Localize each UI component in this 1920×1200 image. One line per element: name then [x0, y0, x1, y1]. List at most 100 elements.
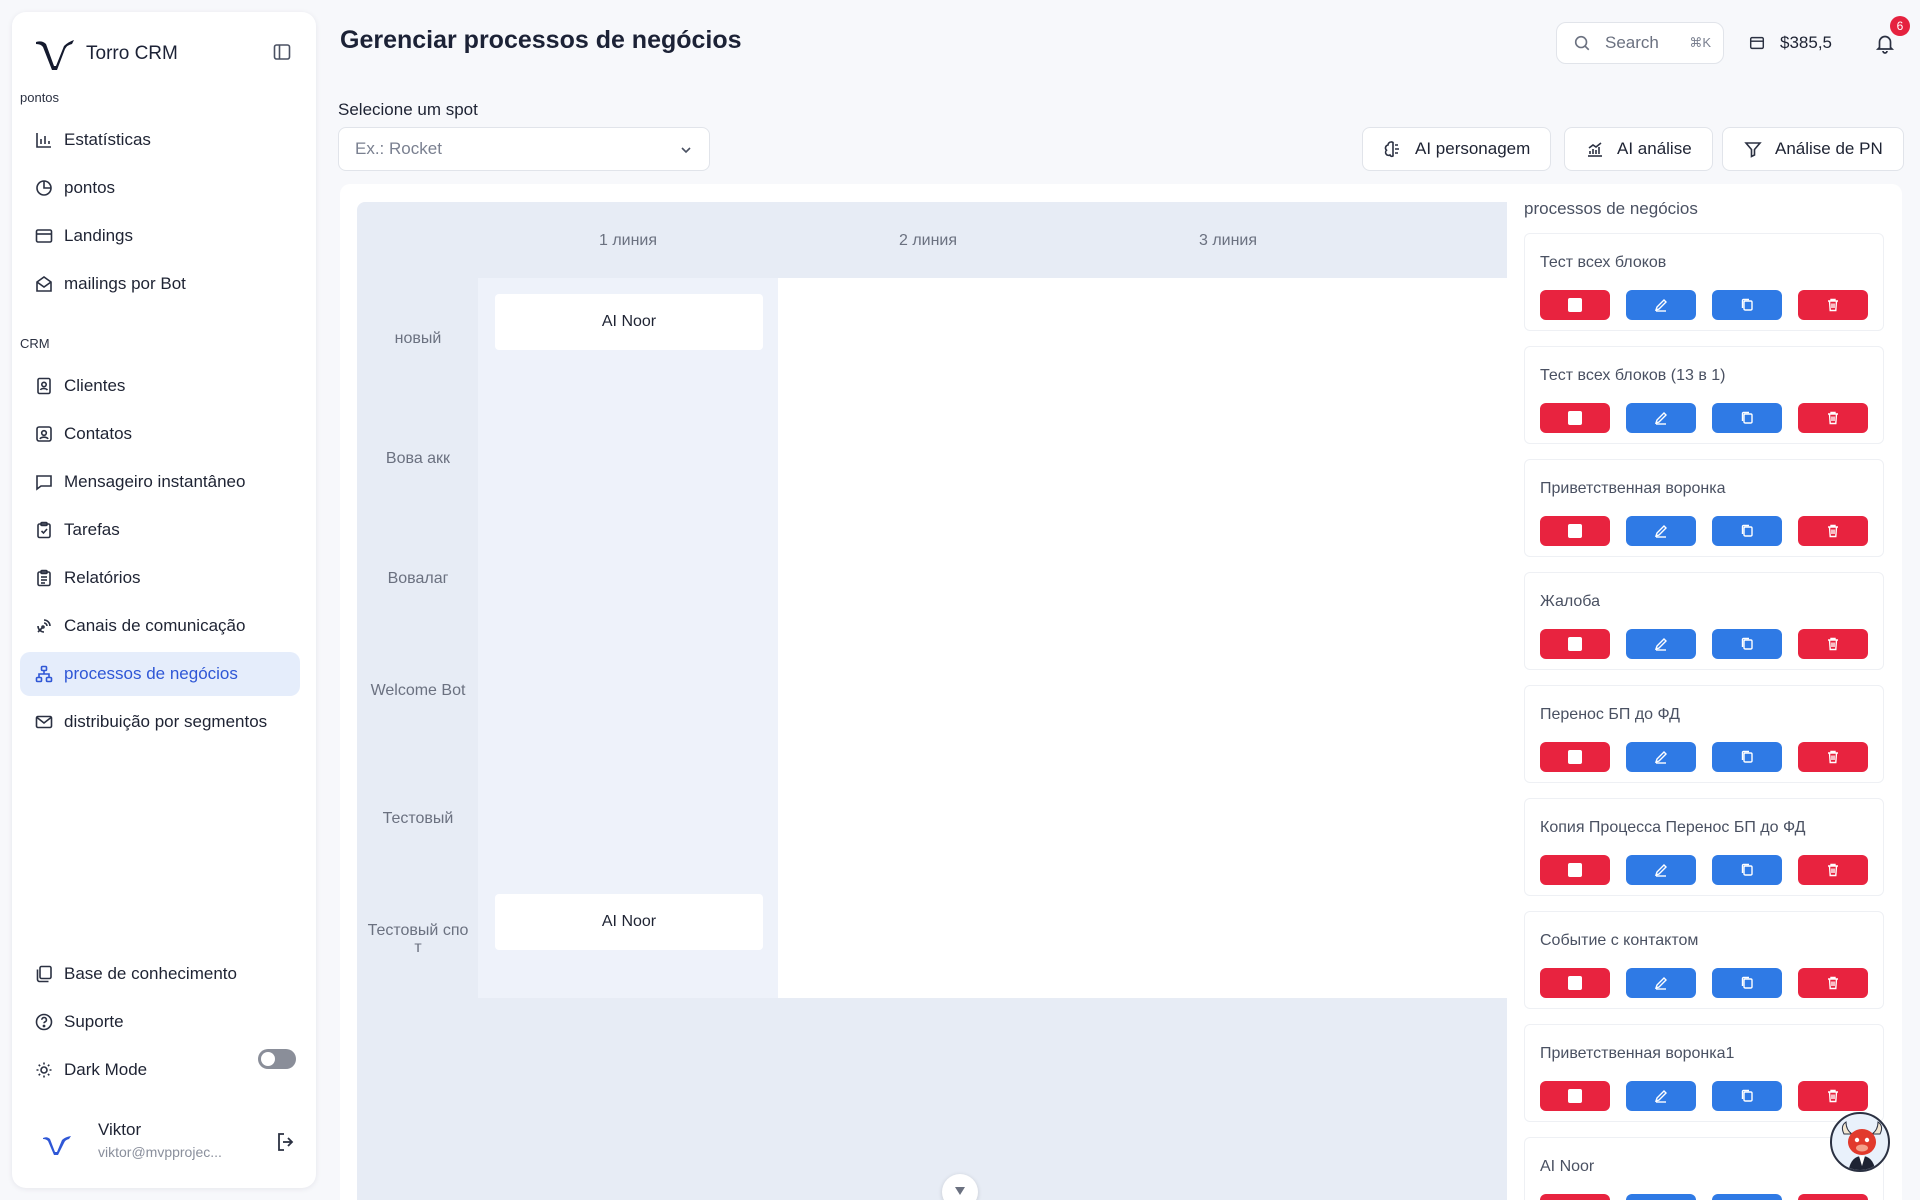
- copy-icon: [1739, 1088, 1755, 1104]
- wallet-icon: [1749, 36, 1765, 50]
- delete-process-button[interactable]: [1798, 1081, 1868, 1111]
- browser-window-icon: [35, 229, 53, 243]
- edit-process-button[interactable]: [1626, 1081, 1696, 1111]
- sidebar-item-estatisticas[interactable]: Estatísticas: [20, 118, 300, 162]
- sidebar-item-relatorios[interactable]: Relatórios: [20, 556, 300, 600]
- contact-card-icon: [36, 426, 52, 442]
- balance[interactable]: $385,5: [1748, 30, 1832, 56]
- stop-process-button[interactable]: [1540, 403, 1610, 433]
- user-email: viktor@mvpprojec...: [98, 1144, 222, 1160]
- copy-icon: [1739, 749, 1755, 765]
- spot-select[interactable]: Ex.: Rocket: [338, 127, 710, 171]
- process-card: Приветственная воронка: [1524, 459, 1884, 557]
- sidebar-item-base-conhecimento[interactable]: Base de conhecimento: [20, 952, 300, 996]
- search-label: Search: [1605, 33, 1659, 52]
- delete-process-button[interactable]: [1798, 403, 1868, 433]
- copy-process-button[interactable]: [1712, 968, 1782, 998]
- board-card[interactable]: AI Noor: [495, 894, 763, 950]
- copy-process-button[interactable]: [1712, 742, 1782, 772]
- copy-process-button[interactable]: [1712, 403, 1782, 433]
- edit-process-button[interactable]: [1626, 403, 1696, 433]
- copy-process-button[interactable]: [1712, 516, 1782, 546]
- brand[interactable]: Torro CRM: [34, 34, 178, 74]
- edit-process-button[interactable]: [1626, 742, 1696, 772]
- board-row-label: Тестовый: [382, 810, 454, 827]
- delete-process-button[interactable]: [1798, 968, 1868, 998]
- stop-icon: [1568, 411, 1582, 425]
- copy-process-button[interactable]: [1712, 290, 1782, 320]
- torro-logo-icon: [36, 40, 74, 70]
- pencil-icon: [1653, 749, 1669, 765]
- chevron-down-icon: [955, 1187, 965, 1195]
- search-shortcut: ⌘K: [1689, 35, 1711, 50]
- help-circle-icon: [35, 1013, 53, 1031]
- sidebar-item-label: mailings por Bot: [64, 274, 186, 293]
- board-row-label: новый: [394, 330, 442, 347]
- sidebar-item-canais[interactable]: Canais de comunicação: [20, 604, 300, 648]
- user-name: Viktor: [98, 1120, 142, 1139]
- edit-process-button[interactable]: [1626, 516, 1696, 546]
- process-name: Копия Процесса Перенос БП до ФД: [1540, 819, 1806, 836]
- process-name: Тест всех блоков: [1540, 254, 1667, 271]
- sidebar-item-mensageiro[interactable]: Mensageiro instantâneo: [20, 460, 300, 504]
- dark-mode-toggle[interactable]: [258, 1049, 296, 1069]
- trash-icon: [1825, 975, 1841, 991]
- process-name: Тест всех блоков (13 в 1): [1540, 367, 1726, 384]
- stop-icon: [1568, 524, 1582, 538]
- sidebar-item-label: Mensageiro instantâneo: [64, 472, 246, 491]
- stop-process-button[interactable]: [1540, 516, 1610, 546]
- board-card[interactable]: AI Noor: [495, 294, 763, 350]
- process-name: Приветственная воронка: [1540, 480, 1726, 497]
- pn-analysis-button[interactable]: Análise de PN: [1722, 127, 1904, 171]
- delete-process-button[interactable]: [1798, 1194, 1868, 1200]
- ai-analysis-button[interactable]: AI análise: [1564, 127, 1713, 171]
- assistant-avatar[interactable]: [1830, 1112, 1890, 1172]
- delete-process-button[interactable]: [1798, 855, 1868, 885]
- sidebar-item-distribuicao[interactable]: distribuição por segmentos: [20, 700, 300, 744]
- user-profile[interactable]: Viktor viktor@mvpprojec...: [32, 1118, 298, 1168]
- process-name: Жалоба: [1540, 593, 1600, 610]
- edit-process-button[interactable]: [1626, 1194, 1696, 1200]
- board-lane-4: [1378, 278, 1507, 998]
- search-button[interactable]: Search ⌘K: [1556, 22, 1724, 64]
- sidebar-item-suporte[interactable]: Suporte: [20, 1000, 300, 1044]
- stop-process-button[interactable]: [1540, 1081, 1610, 1111]
- edit-process-button[interactable]: [1626, 968, 1696, 998]
- copy-process-button[interactable]: [1712, 1081, 1782, 1111]
- sidebar-item-landings[interactable]: Landings: [20, 214, 300, 258]
- copy-process-button[interactable]: [1712, 855, 1782, 885]
- user-avatar-icon: [43, 1136, 71, 1155]
- stop-process-button[interactable]: [1540, 290, 1610, 320]
- logout-icon[interactable]: [274, 1130, 298, 1154]
- sidebar-item-label: Base de conhecimento: [64, 964, 237, 983]
- stop-process-button[interactable]: [1540, 1194, 1610, 1200]
- edit-process-button[interactable]: [1626, 855, 1696, 885]
- stop-process-button[interactable]: [1540, 855, 1610, 885]
- sidebar-item-processos[interactable]: processos de negócios: [20, 652, 300, 696]
- bell-icon[interactable]: [1874, 32, 1896, 54]
- clipboard-list-icon: [37, 569, 51, 587]
- sidebar-toggle-icon[interactable]: [272, 42, 292, 62]
- delete-process-button[interactable]: [1798, 742, 1868, 772]
- sidebar-item-mailings-bot[interactable]: mailings por Bot: [20, 262, 300, 306]
- spot-select-placeholder: Ex.: Rocket: [355, 139, 442, 158]
- board-lane-1: [478, 278, 778, 998]
- process-card: Копия Процесса Перенос БП до ФД: [1524, 798, 1884, 896]
- sun-icon: [36, 1062, 52, 1078]
- edit-process-button[interactable]: [1626, 290, 1696, 320]
- sidebar-item-tarefas[interactable]: Tarefas: [20, 508, 300, 552]
- sidebar-item-clientes[interactable]: Clientes: [20, 364, 300, 408]
- copy-process-button[interactable]: [1712, 1194, 1782, 1200]
- sidebar-item-pontos[interactable]: pontos: [20, 166, 300, 210]
- stop-process-button[interactable]: [1540, 742, 1610, 772]
- board-row-label: Вова акк: [385, 450, 451, 467]
- sidebar-item-contatos[interactable]: Contatos: [20, 412, 300, 456]
- ai-persona-button[interactable]: AI personagem: [1362, 127, 1552, 171]
- stop-process-button[interactable]: [1540, 629, 1610, 659]
- delete-process-button[interactable]: [1798, 629, 1868, 659]
- delete-process-button[interactable]: [1798, 516, 1868, 546]
- stop-process-button[interactable]: [1540, 968, 1610, 998]
- delete-process-button[interactable]: [1798, 290, 1868, 320]
- edit-process-button[interactable]: [1626, 629, 1696, 659]
- copy-process-button[interactable]: [1712, 629, 1782, 659]
